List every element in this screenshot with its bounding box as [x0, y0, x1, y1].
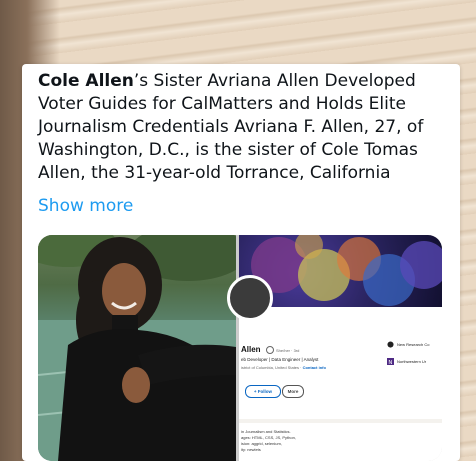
photo-illustration: [38, 235, 236, 461]
about-line: in Journalism and Statistics.: [241, 429, 291, 434]
post-photo[interactable]: [38, 235, 236, 461]
linkedin-location-text: istrict of Columbia, United States ·: [241, 365, 302, 370]
org-name: Northwestern Ur: [397, 359, 427, 364]
linkedin-headline: eb Developer | Data Engineer | Analyst: [241, 357, 319, 362]
verified-badge-icon: [266, 346, 274, 354]
linkedin-pronoun: She/her · 3rd: [276, 348, 300, 353]
post-text: Cole Allen’s Sister Avriana Allen Develo…: [38, 70, 448, 185]
post-card: Cole Allen’s Sister Avriana Allen Develo…: [22, 64, 460, 461]
linkedin-name: Allen: [241, 345, 261, 354]
linkedin-location: istrict of Columbia, United States · Con…: [241, 365, 326, 370]
more-button[interactable]: More: [282, 385, 304, 398]
post-media[interactable]: Allen She/her · 3rd eb Developer | Data …: [38, 235, 442, 461]
about-line: ision: aggrid, selenium,: [241, 441, 282, 446]
northwestern-logo-icon: N: [387, 358, 394, 365]
about-line: ages: HTML, CSS, JS, Python,: [241, 435, 296, 440]
org-item-new-research[interactable]: New Research Co: [387, 341, 429, 348]
svg-text:N: N: [388, 360, 392, 365]
linkedin-profile-screenshot[interactable]: Allen She/her · 3rd eb Developer | Data …: [227, 235, 442, 461]
show-more-link[interactable]: Show more: [38, 196, 133, 216]
linkedin-avatar[interactable]: [227, 275, 273, 321]
org-item-northwestern[interactable]: N Northwestern Ur: [387, 358, 426, 365]
org-logo-icon: [387, 341, 394, 348]
follow-button[interactable]: + Follow: [245, 385, 281, 398]
org-name: New Research Co: [397, 342, 430, 347]
contact-info-link[interactable]: Contact info: [303, 365, 326, 370]
post-author-name[interactable]: Cole Allen: [38, 71, 134, 91]
about-line: ity: newlets: [241, 447, 261, 452]
linkedin-about-section: in Journalism and Statistics. ages: HTML…: [239, 423, 442, 461]
